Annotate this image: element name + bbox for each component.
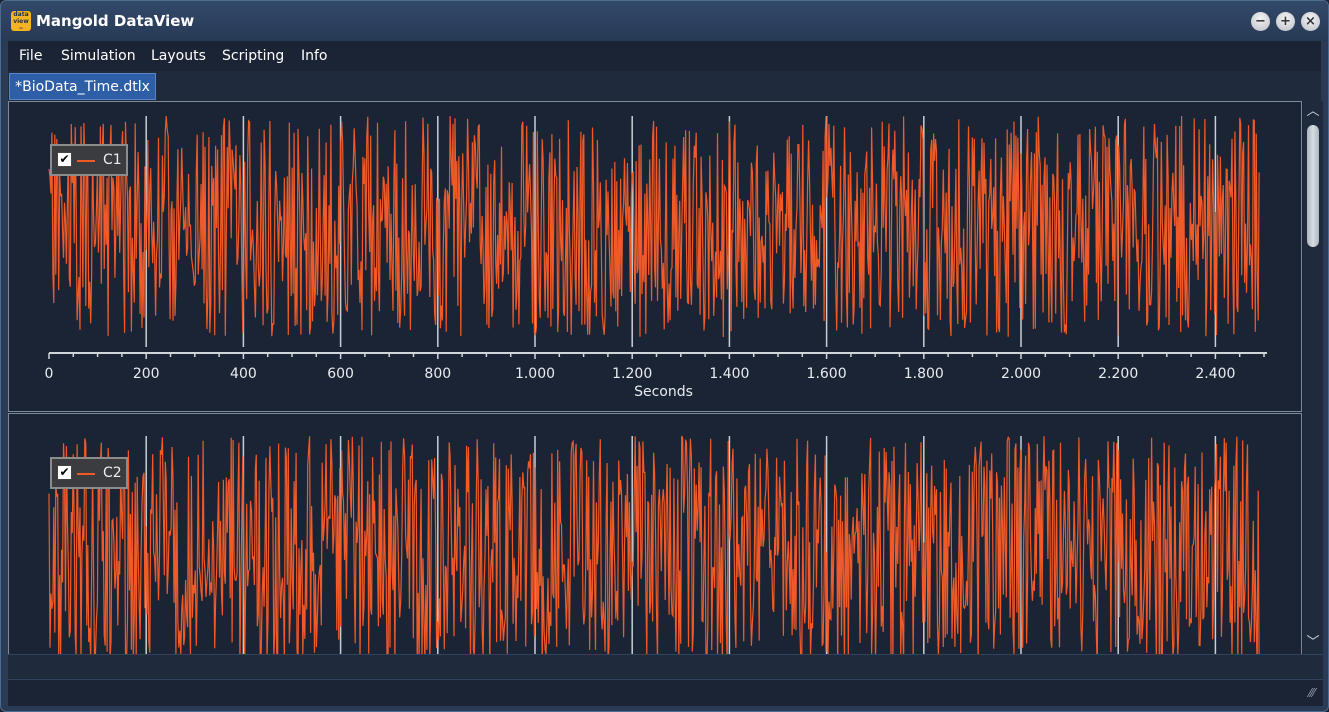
x-tick-label: 2.400: [1195, 366, 1235, 382]
x-tick-label: 2.200: [1098, 366, 1138, 382]
menu-layouts[interactable]: Layouts: [151, 48, 206, 64]
series-line-c1: [48, 115, 1260, 338]
menu-scripting[interactable]: Scripting: [222, 48, 284, 64]
x-tick-label: 400: [230, 366, 257, 382]
legend-line-swatch: [77, 160, 95, 162]
menu-info[interactable]: Info: [301, 48, 328, 64]
chart-panel-c2: ✔ C2: [8, 413, 1302, 654]
close-icon: ×: [1305, 14, 1316, 29]
legend-c2: ✔ C2: [50, 457, 128, 489]
legend-line-swatch: [77, 473, 95, 475]
document-tab-strip: *BioData_Time.dtlx: [8, 71, 1321, 101]
vertical-scrollbar[interactable]: ︿ ﹀: [1303, 101, 1323, 654]
menu-simulation[interactable]: Simulation: [61, 48, 136, 64]
chevron-down-icon: ﹀: [1306, 635, 1320, 650]
menu-file[interactable]: File: [19, 48, 42, 64]
plus-icon: +: [1280, 14, 1291, 29]
status-bar-lower: ⁄⁄⁄: [8, 679, 1323, 706]
resize-grip-icon[interactable]: ⁄⁄⁄: [1309, 686, 1315, 700]
series-line-c2: [48, 435, 1260, 654]
window-title: Mangold DataView: [36, 12, 195, 30]
checkmark-icon: ✔: [59, 152, 70, 166]
menu-bar: File Simulation Layouts Scripting Info: [8, 41, 1321, 71]
x-tick-label: 200: [133, 366, 160, 382]
x-axis-label: Seconds: [634, 384, 693, 400]
series-visibility-checkbox-c2[interactable]: ✔: [57, 465, 72, 480]
chart-panel-c1: 0 200 400 600 800 1.000 1.200 1.400 1.600 1.800 2.…: [8, 101, 1302, 412]
x-tick-label: 1.600: [807, 366, 847, 382]
x-tick-label: 1.200: [612, 366, 652, 382]
series-visibility-checkbox-c1[interactable]: ✔: [57, 152, 72, 167]
x-tick-label: 1.800: [904, 366, 944, 382]
chevron-up-icon: ︿: [1306, 104, 1320, 119]
x-tick-label: 600: [327, 366, 354, 382]
scroll-down-button[interactable]: ﹀: [1303, 635, 1323, 651]
x-tick-label: 800: [424, 366, 451, 382]
x-tick-label: 1.000: [515, 366, 555, 382]
status-bar-upper: [8, 654, 1323, 679]
checkmark-icon: ✔: [59, 465, 70, 479]
x-tick-label: 2.000: [1001, 366, 1041, 382]
title-bar[interactable]: data view ~ Mangold DataView − + ×: [1, 1, 1328, 41]
legend-c1: ✔ C1: [50, 144, 128, 176]
x-tick-label: 0: [45, 366, 54, 382]
minimize-button[interactable]: −: [1251, 12, 1270, 31]
close-button[interactable]: ×: [1301, 12, 1320, 31]
app-window: data view ~ Mangold DataView − + × File Si…: [0, 0, 1329, 712]
legend-label-c2: C2: [103, 465, 122, 481]
chart-c1[interactable]: 0 200 400 600 800 1.000 1.200 1.400 1.600 1.800 2.…: [9, 102, 1302, 412]
x-tick-label: 1.400: [709, 366, 749, 382]
chart-area: 0 200 400 600 800 1.000 1.200 1.400 1.600 1.800 2.…: [8, 101, 1323, 654]
maximize-button[interactable]: +: [1276, 12, 1295, 31]
minus-icon: −: [1255, 14, 1266, 29]
legend-label-c1: C1: [103, 152, 122, 168]
scrollbar-thumb[interactable]: [1307, 125, 1319, 247]
chart-c2[interactable]: [9, 414, 1302, 654]
scroll-up-button[interactable]: ︿: [1303, 104, 1323, 120]
dataview-logo-icon: data view ~: [11, 11, 31, 32]
tab-biodata-time[interactable]: *BioData_Time.dtlx: [9, 73, 156, 100]
